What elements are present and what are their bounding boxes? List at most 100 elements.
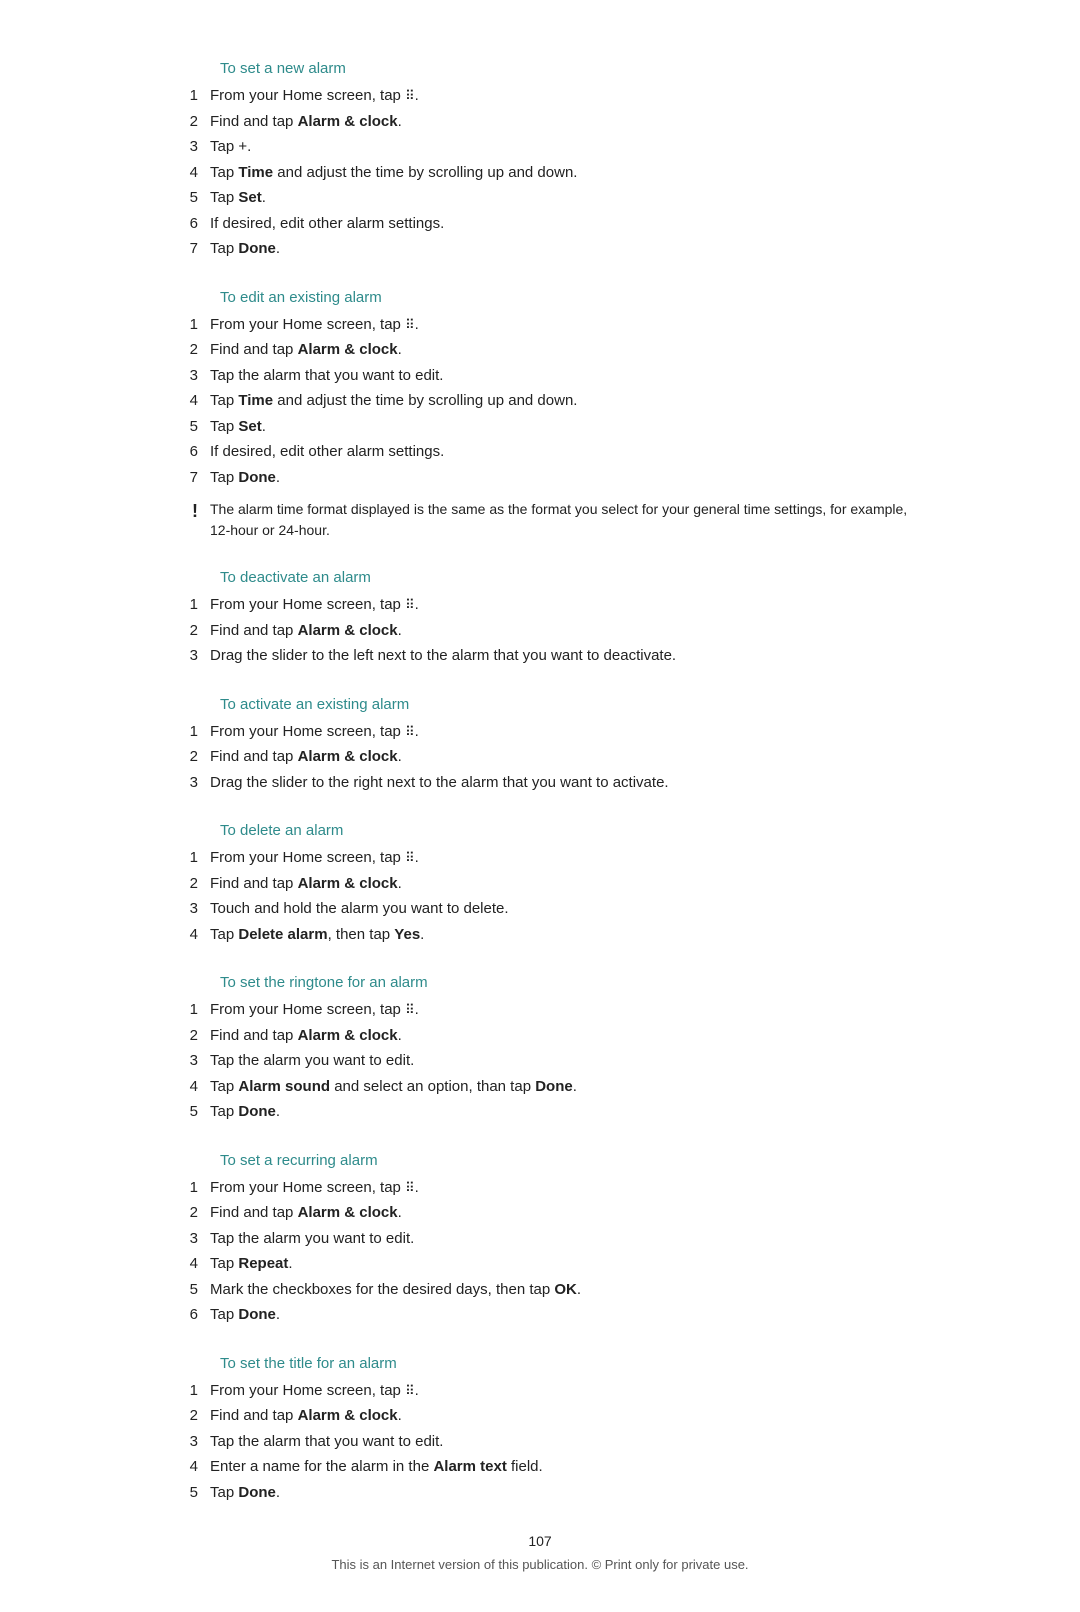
- apps-grid-icon: ⠿: [405, 722, 415, 742]
- step-text: Tap Done.: [210, 1304, 920, 1327]
- apps-grid-icon: ⠿: [405, 848, 415, 868]
- step-number: 1: [160, 721, 210, 744]
- step-number: 7: [160, 238, 210, 261]
- note-text: The alarm time format displayed is the s…: [210, 499, 920, 541]
- step-number: 3: [160, 645, 210, 668]
- step-text: From your Home screen, tap ⠿.: [210, 721, 920, 744]
- step-text: Find and tap Alarm & clock.: [210, 1025, 920, 1048]
- step-text: From your Home screen, tap ⠿.: [210, 594, 920, 617]
- step-item: 5Mark the checkboxes for the desired day…: [160, 1279, 920, 1302]
- step-item: 5Tap Done.: [160, 1101, 920, 1124]
- apps-grid-icon: ⠿: [405, 1381, 415, 1401]
- section-title-deactivate-alarm: To deactivate an alarm: [220, 569, 920, 586]
- step-item: 3Tap the alarm you want to edit.: [160, 1050, 920, 1073]
- step-item: 4Tap Time and adjust the time by scrolli…: [160, 162, 920, 185]
- step-text: Tap the alarm that you want to edit.: [210, 365, 920, 388]
- step-item: 3Tap the alarm that you want to edit.: [160, 365, 920, 388]
- section-title-edit-alarm: To edit an existing alarm: [220, 289, 920, 306]
- step-item: 2Find and tap Alarm & clock.: [160, 111, 920, 134]
- step-number: 5: [160, 1482, 210, 1505]
- step-number: 1: [160, 594, 210, 617]
- section-activate-alarm: To activate an existing alarm1From your …: [160, 696, 920, 795]
- apps-grid-icon: ⠿: [405, 86, 415, 106]
- step-text: Find and tap Alarm & clock.: [210, 1405, 920, 1428]
- step-number: 6: [160, 441, 210, 464]
- step-text: Tap Done.: [210, 1101, 920, 1124]
- steps-list-edit-alarm: 1From your Home screen, tap ⠿.2Find and …: [160, 314, 920, 490]
- step-text: If desired, edit other alarm settings.: [210, 441, 920, 464]
- step-text: Tap Alarm sound and select an option, th…: [210, 1076, 920, 1099]
- apps-grid-icon: ⠿: [405, 595, 415, 615]
- step-item: 3Touch and hold the alarm you want to de…: [160, 898, 920, 921]
- step-number: 5: [160, 416, 210, 439]
- step-item: 3Drag the slider to the right next to th…: [160, 772, 920, 795]
- step-number: 1: [160, 847, 210, 870]
- step-text: Find and tap Alarm & clock.: [210, 746, 920, 769]
- step-text: Find and tap Alarm & clock.: [210, 1202, 920, 1225]
- step-text: Tap the alarm you want to edit.: [210, 1050, 920, 1073]
- step-item: 4Tap Alarm sound and select an option, t…: [160, 1076, 920, 1099]
- apps-grid-icon: ⠿: [405, 1000, 415, 1020]
- step-item: 4Tap Delete alarm, then tap Yes.: [160, 924, 920, 947]
- step-number: 3: [160, 365, 210, 388]
- step-item: 2Find and tap Alarm & clock.: [160, 339, 920, 362]
- section-title-set-recurring: To set a recurring alarm: [220, 1152, 920, 1169]
- step-item: 6If desired, edit other alarm settings.: [160, 213, 920, 236]
- section-set-ringtone: To set the ringtone for an alarm 1From yo…: [160, 974, 920, 1124]
- step-number: 2: [160, 1405, 210, 1428]
- step-number: 4: [160, 1456, 210, 1479]
- steps-list-set-title: 1From your Home screen, tap ⠿.2Find and …: [160, 1380, 920, 1505]
- step-item: 1From your Home screen, tap ⠿.: [160, 1177, 920, 1200]
- step-text: Drag the slider to the left next to the …: [210, 645, 920, 668]
- step-text: Tap Set.: [210, 416, 920, 439]
- step-text: Tap Done.: [210, 238, 920, 261]
- step-item: 3Drag the slider to the left next to the…: [160, 645, 920, 668]
- step-number: 2: [160, 1025, 210, 1048]
- step-item: 2Find and tap Alarm & clock.: [160, 1405, 920, 1428]
- steps-list-set-ringtone: 1From your Home screen, tap ⠿. 2Find and …: [160, 999, 920, 1124]
- step-number: 4: [160, 162, 210, 185]
- step-text: Find and tap Alarm & clock.: [210, 620, 920, 643]
- step-item: 7Tap Done.: [160, 238, 920, 261]
- step-number: 4: [160, 1076, 210, 1099]
- step-item: 2Find and tap Alarm & clock.: [160, 620, 920, 643]
- step-text: From your Home screen, tap ⠿.: [210, 999, 920, 1022]
- section-title-set-title: To set the title for an alarm: [220, 1355, 920, 1372]
- steps-list-set-recurring: 1From your Home screen, tap ⠿.2Find and …: [160, 1177, 920, 1327]
- step-text: Tap the alarm that you want to edit.: [210, 1431, 920, 1454]
- step-number: 1: [160, 314, 210, 337]
- steps-list-deactivate-alarm: 1From your Home screen, tap ⠿. 2Find and …: [160, 594, 920, 668]
- page-content: To set a new alarm1From your Home screen…: [160, 0, 920, 1612]
- step-text: Tap Set.: [210, 187, 920, 210]
- section-set-new-alarm: To set a new alarm1From your Home screen…: [160, 60, 920, 261]
- section-set-title: To set the title for an alarm 1From your …: [160, 1355, 920, 1505]
- step-text: Tap Repeat.: [210, 1253, 920, 1276]
- step-item: 5Tap Set.: [160, 187, 920, 210]
- section-set-recurring: To set a recurring alarm 1From your Home …: [160, 1152, 920, 1327]
- step-number: 2: [160, 746, 210, 769]
- step-number: 3: [160, 1431, 210, 1454]
- steps-list-set-new-alarm: 1From your Home screen, tap ⠿.2Find and …: [160, 85, 920, 261]
- section-title-delete-alarm: To delete an alarm: [220, 822, 920, 839]
- steps-list-activate-alarm: 1From your Home screen, tap ⠿.2Find and …: [160, 721, 920, 795]
- step-text: Drag the slider to the right next to the…: [210, 772, 920, 795]
- step-text: From your Home screen, tap ⠿.: [210, 1177, 920, 1200]
- step-number: 7: [160, 467, 210, 490]
- step-text: Tap Done.: [210, 467, 920, 490]
- step-item: 2Find and tap Alarm & clock.: [160, 1025, 920, 1048]
- step-item: 4Tap Repeat.: [160, 1253, 920, 1276]
- step-text: Find and tap Alarm & clock.: [210, 339, 920, 362]
- step-item: 2Find and tap Alarm & clock.: [160, 1202, 920, 1225]
- step-text: Enter a name for the alarm in the Alarm …: [210, 1456, 920, 1479]
- step-item: 1From your Home screen, tap ⠿.: [160, 1380, 920, 1403]
- section-edit-alarm: To edit an existing alarm 1From your Home…: [160, 289, 920, 542]
- step-item: 1From your Home screen, tap ⠿.: [160, 999, 920, 1022]
- step-number: 2: [160, 339, 210, 362]
- step-item: 3Tap the alarm that you want to edit.: [160, 1431, 920, 1454]
- step-text: Tap the alarm you want to edit.: [210, 1228, 920, 1251]
- step-number: 3: [160, 1050, 210, 1073]
- step-item: 3Tap the alarm you want to edit.: [160, 1228, 920, 1251]
- step-item: 1From your Home screen, tap ⠿.: [160, 721, 920, 744]
- step-number: 2: [160, 1202, 210, 1225]
- section-title-set-ringtone: To set the ringtone for an alarm: [220, 974, 920, 991]
